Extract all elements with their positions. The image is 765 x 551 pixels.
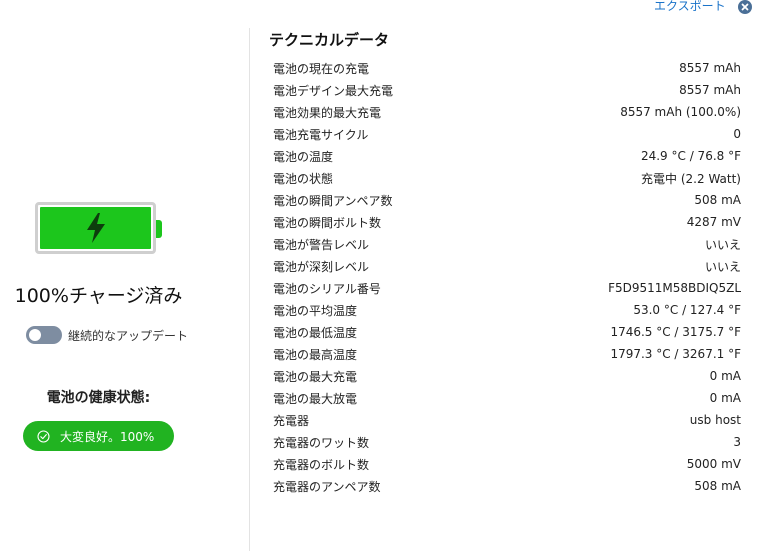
tech-data-title: テクニカルデータ bbox=[269, 31, 390, 49]
tech-data-row: 電池の状態 充電中 (2.2 Watt) bbox=[273, 167, 741, 189]
tech-data-key: 電池のシリアル番号 bbox=[273, 281, 381, 296]
tech-data-value: 24.9 °C / 76.8 °F bbox=[640, 149, 741, 163]
panel-divider bbox=[249, 28, 250, 551]
tech-data-key: 電池の最高温度 bbox=[273, 347, 358, 362]
tech-data-key: 電池の瞬間アンペア数 bbox=[273, 193, 393, 208]
tech-data-key: 電池の最低温度 bbox=[273, 325, 358, 340]
close-button[interactable] bbox=[738, 0, 752, 14]
tech-data-value: いいえ bbox=[704, 259, 741, 274]
tech-data-value: 0 bbox=[733, 127, 741, 141]
health-title: 電池の健康状態: bbox=[46, 390, 151, 406]
tech-data-row: 電池の温度 24.9 °C / 76.8 °F bbox=[273, 145, 741, 167]
tech-data-key: 充電器のワット数 bbox=[273, 435, 370, 450]
tech-data-key: 電池の最大放電 bbox=[273, 391, 358, 406]
tech-data-key: 電池の現在の充電 bbox=[273, 61, 370, 76]
tech-data-value: 4287 mV bbox=[686, 215, 741, 229]
tech-data-key: 電池の瞬間ボルト数 bbox=[273, 215, 382, 230]
battery-level-fill bbox=[40, 207, 151, 249]
tech-data-row: 電池が深刻レベル いいえ bbox=[273, 255, 741, 277]
health-status-badge: 大変良好。100% bbox=[23, 421, 174, 451]
tech-data-key: 電池の平均温度 bbox=[273, 303, 358, 318]
tech-data-row: 電池の最大充電 0 mA bbox=[273, 365, 741, 387]
toggle-knob bbox=[29, 329, 41, 341]
tech-data-key: 電池の最大充電 bbox=[273, 369, 358, 384]
battery-info-window: エクスポート 100%チャージ済み 継続的なアップデート 電池の健康状態: 大変… bbox=[0, 0, 765, 551]
tech-data-row: 充電器のアンペア数 508 mA bbox=[273, 475, 741, 497]
tech-data-table: 電池の現在の充電 8557 mAh 電池デザイン最大充電 8557 mAh 電池効果的最… bbox=[273, 57, 741, 497]
tech-data-value: usb host bbox=[689, 413, 741, 427]
tech-data-row: 充電器のボルト数 5000 mV bbox=[273, 453, 741, 475]
tech-data-row: 電池が警告レベル いいえ bbox=[273, 233, 741, 255]
tech-data-key: 電池デザイン最大充電 bbox=[273, 83, 394, 98]
tech-data-value: いいえ bbox=[704, 237, 741, 252]
tech-data-key: 電池充電サイクル bbox=[273, 127, 369, 142]
tech-data-row: 電池の最大放電 0 mA bbox=[273, 387, 741, 409]
tech-data-key: 電池が深刻レベル bbox=[273, 259, 370, 274]
tech-data-value: 53.0 °C / 127.4 °F bbox=[633, 303, 741, 317]
tech-data-value: 8557 mAh (100.0%) bbox=[620, 105, 741, 119]
battery-graphic bbox=[35, 202, 156, 254]
tech-data-row: 充電器のワット数 3 bbox=[273, 431, 741, 453]
export-link[interactable]: エクスポート bbox=[654, 0, 726, 13]
close-icon bbox=[741, 3, 749, 11]
tech-data-row: 電池の平均温度 53.0 °C / 127.4 °F bbox=[273, 299, 741, 321]
check-circle-icon bbox=[37, 429, 50, 443]
tech-data-value: 0 mA bbox=[709, 391, 741, 405]
tech-data-row: 電池充電サイクル 0 bbox=[273, 123, 741, 145]
tech-data-row: 電池の瞬間ボルト数 4287 mV bbox=[273, 211, 741, 233]
battery-terminal bbox=[156, 220, 162, 238]
tech-data-value: F5D9511M58BDIQ5ZL bbox=[608, 281, 741, 295]
tech-data-key: 充電器 bbox=[273, 413, 310, 428]
health-badge-label: 大変良好。100% bbox=[60, 429, 155, 444]
tech-data-value: 508 mA bbox=[694, 479, 741, 493]
tech-data-value: 508 mA bbox=[694, 193, 741, 207]
battery-summary-panel: 100%チャージ済み 継続的なアップデート 電池の健康状態: 大変良好。100% bbox=[0, 0, 249, 551]
tech-data-key: 電池効果的最大充電 bbox=[273, 105, 382, 120]
auto-update-toggle[interactable] bbox=[26, 326, 62, 344]
lightning-bolt-icon bbox=[86, 213, 105, 243]
tech-data-row: 電池の最高温度 1797.3 °C / 3267.1 °F bbox=[273, 343, 741, 365]
tech-data-value: 8557 mAh bbox=[679, 83, 741, 97]
tech-data-value: 1746.5 °C / 3175.7 °F bbox=[610, 325, 741, 339]
tech-data-row: 電池の現在の充電 8557 mAh bbox=[273, 57, 741, 79]
tech-data-value: 5000 mV bbox=[686, 457, 741, 471]
tech-data-row: 電池の瞬間アンペア数 508 mA bbox=[273, 189, 741, 211]
tech-data-key: 電池が警告レベル bbox=[273, 237, 370, 252]
tech-data-key: 充電器のボルト数 bbox=[273, 457, 370, 472]
tech-data-value: 8557 mAh bbox=[679, 61, 741, 75]
tech-data-row: 電池のシリアル番号 F5D9511M58BDIQ5ZL bbox=[273, 277, 741, 299]
tech-data-key: 電池の状態 bbox=[273, 171, 334, 186]
tech-data-row: 電池デザイン最大充電 8557 mAh bbox=[273, 79, 741, 101]
auto-update-row: 継続的なアップデート bbox=[26, 326, 188, 344]
tech-data-value: 充電中 (2.2 Watt) bbox=[641, 171, 741, 186]
tech-data-key: 電池の温度 bbox=[273, 149, 334, 164]
tech-data-row: 充電器 usb host bbox=[273, 409, 741, 431]
tech-data-value: 0 mA bbox=[709, 369, 741, 383]
tech-data-key: 充電器のアンペア数 bbox=[273, 479, 381, 494]
tech-data-row: 電池効果的最大充電 8557 mAh (100.0%) bbox=[273, 101, 741, 123]
charge-status-title: 100%チャージ済み bbox=[14, 285, 183, 307]
tech-data-value: 3 bbox=[733, 435, 741, 449]
tech-data-row: 電池の最低温度 1746.5 °C / 3175.7 °F bbox=[273, 321, 741, 343]
tech-data-value: 1797.3 °C / 3267.1 °F bbox=[610, 347, 741, 361]
auto-update-label: 継続的なアップデート bbox=[68, 328, 189, 343]
